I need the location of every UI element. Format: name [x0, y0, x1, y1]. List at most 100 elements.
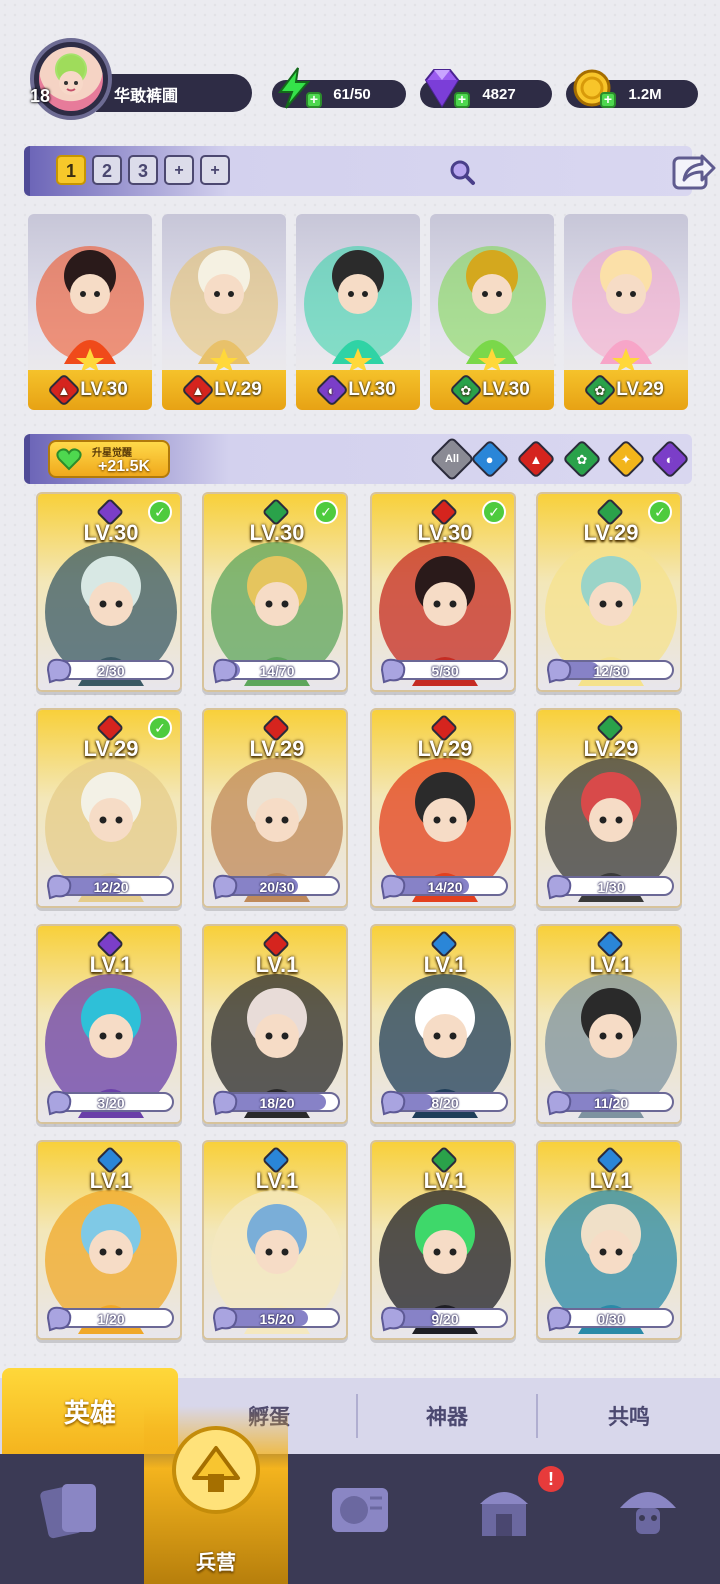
- player-name[interactable]: 华敢裤圃: [96, 74, 252, 112]
- mushroom-icon: [620, 1492, 676, 1534]
- shard-progress-bar: 18/20: [212, 1090, 340, 1116]
- shard-progress-bar: 9/20: [380, 1306, 508, 1332]
- tab-artifacts[interactable]: 神器: [358, 1378, 536, 1454]
- hero-portrait: [438, 246, 546, 372]
- light-element-icon: ✦: [606, 439, 646, 479]
- hero-level: LV.1: [423, 952, 467, 977]
- filter-all-label: All: [444, 453, 460, 465]
- hero-level: LV.1: [89, 952, 133, 977]
- hero-card[interactable]: LV.29 1/30: [536, 708, 682, 908]
- hero-card[interactable]: LV.30 ✓ 14/70: [202, 492, 348, 692]
- hero-card[interactable]: LV.29 14/20: [370, 708, 516, 908]
- shard-progress-bar: 14/20: [380, 874, 508, 900]
- team-tab-3[interactable]: 3: [128, 155, 158, 185]
- shard-icon: [212, 658, 238, 684]
- team-level-strip: ▲ LV.30: [28, 370, 152, 410]
- hero-level: LV.1: [589, 952, 633, 977]
- team-level-strip: ✿ LV.29: [564, 370, 688, 410]
- nav-guild[interactable]: [576, 1454, 720, 1584]
- shard-progress-bar: 2/30: [46, 658, 174, 684]
- temple-icon: [480, 1492, 528, 1536]
- hero-level: LV.1: [89, 1168, 133, 1193]
- nature-element-icon: ✿: [449, 373, 484, 407]
- hero-card[interactable]: LV.30 ✓ 2/30: [36, 492, 182, 692]
- nav-barracks[interactable]: 兵营: [144, 1406, 288, 1584]
- hero-card[interactable]: LV.1 0/30: [536, 1140, 682, 1340]
- nav-barracks-label: 兵营: [196, 1552, 236, 1574]
- hero-card[interactable]: LV.1 15/20: [202, 1140, 348, 1340]
- team-hero-slot[interactable]: ✿ LV.30: [430, 214, 554, 410]
- hero-level: LV.1: [255, 1168, 299, 1193]
- team-hero-slot[interactable]: ◐ LV.30: [296, 214, 420, 410]
- shard-icon: [380, 658, 406, 684]
- shard-progress-bar: 14/70: [212, 658, 340, 684]
- filter-nature-button[interactable]: ✿: [562, 439, 602, 479]
- hero-level: LV.29: [417, 736, 473, 761]
- filter-all-button[interactable]: All: [429, 436, 475, 482]
- player-level: 18: [30, 86, 51, 106]
- shard-progress-bar: 15/20: [212, 1306, 340, 1332]
- hero-card[interactable]: LV.29 20/30: [202, 708, 348, 908]
- hero-portrait: [304, 246, 412, 372]
- add-energy-button[interactable]: +: [306, 92, 322, 108]
- hero-card[interactable]: LV.1 3/20: [36, 924, 182, 1124]
- team-hero-slot[interactable]: ✿ LV.29: [564, 214, 688, 410]
- shard-icon: [212, 874, 238, 900]
- team-hero-slot[interactable]: ▲ LV.30: [28, 214, 152, 410]
- team-tab-add-2[interactable]: +: [200, 155, 230, 185]
- header-bar: 18 华敢裤圃 61/50 + 4827 + 1.2M +: [0, 0, 720, 130]
- search-icon[interactable]: [448, 158, 476, 186]
- hero-card[interactable]: LV.1 9/20: [370, 1140, 516, 1340]
- filter-fire-button[interactable]: ▲: [516, 439, 556, 479]
- shard-progress-bar: 12/30: [546, 658, 674, 684]
- tab-resonance[interactable]: 共鸣: [538, 1378, 720, 1454]
- hero-card[interactable]: LV.1 1/20: [36, 1140, 182, 1340]
- team-hero-level: LV.29: [214, 379, 262, 400]
- fire-element-icon: ▲: [516, 439, 556, 479]
- nav-cards[interactable]: [0, 1454, 144, 1584]
- hero-card[interactable]: LV.1 18/20: [202, 924, 348, 1124]
- team-level-strip: ✿ LV.30: [430, 370, 554, 410]
- awaken-value: +21.5K: [98, 458, 151, 475]
- hero-card[interactable]: LV.1 11/20: [536, 924, 682, 1124]
- hero-card[interactable]: LV.30 ✓ 5/30: [370, 492, 516, 692]
- hero-portrait: [572, 246, 680, 372]
- hero-filter-bar: 升星觉醒 +21.5K All ● ▲ ✿ ✦ ◐: [24, 434, 692, 484]
- team-tab-2[interactable]: 2: [92, 155, 122, 185]
- shard-icon: [380, 1090, 406, 1116]
- cards-icon: [40, 1484, 96, 1539]
- shard-icon: [46, 658, 72, 684]
- filter-water-button[interactable]: ●: [470, 439, 510, 479]
- fire-element-icon: ▲: [47, 373, 82, 407]
- hero-card[interactable]: LV.29 ✓ 12/30: [536, 492, 682, 692]
- team-tab-1[interactable]: 1: [56, 155, 86, 185]
- nav-book[interactable]: [288, 1454, 432, 1584]
- shard-progress-bar: 1/20: [46, 1306, 174, 1332]
- shard-progress-bar: 0/30: [546, 1306, 674, 1332]
- shard-progress-bar: 5/30: [380, 658, 508, 684]
- filter-light-button[interactable]: ✦: [606, 439, 646, 479]
- team-hero-level: LV.30: [482, 379, 530, 400]
- star-awaken-button[interactable]: 升星觉醒 +21.5K: [48, 440, 170, 478]
- add-gold-button[interactable]: +: [600, 92, 616, 108]
- shard-progress-bar: 8/20: [380, 1090, 508, 1116]
- dark-element-icon: ◐: [650, 439, 690, 479]
- fire-element-icon: ▲: [181, 373, 216, 407]
- shard-progress-bar: 11/20: [546, 1090, 674, 1116]
- team-tab-add-1[interactable]: +: [164, 155, 194, 185]
- shard-icon: [212, 1306, 238, 1332]
- water-element-icon: ●: [470, 439, 510, 479]
- shard-icon: [46, 874, 72, 900]
- hero-level: LV.29: [249, 736, 305, 761]
- team-preset-bar: 1 2 3 + +: [24, 146, 716, 196]
- shard-progress-bar: 3/20: [46, 1090, 174, 1116]
- share-icon[interactable]: [672, 150, 716, 192]
- hero-card[interactable]: LV.29 ✓ 12/20: [36, 708, 182, 908]
- filter-dark-button[interactable]: ◐: [650, 439, 690, 479]
- hero-card[interactable]: LV.1 8/20: [370, 924, 516, 1124]
- add-gems-button[interactable]: +: [454, 92, 470, 108]
- team-hero-slot[interactable]: ▲ LV.29: [162, 214, 286, 410]
- checkmark-icon: ✓: [148, 716, 172, 740]
- barracks-icon: [172, 1426, 260, 1514]
- shard-icon: [546, 1306, 572, 1332]
